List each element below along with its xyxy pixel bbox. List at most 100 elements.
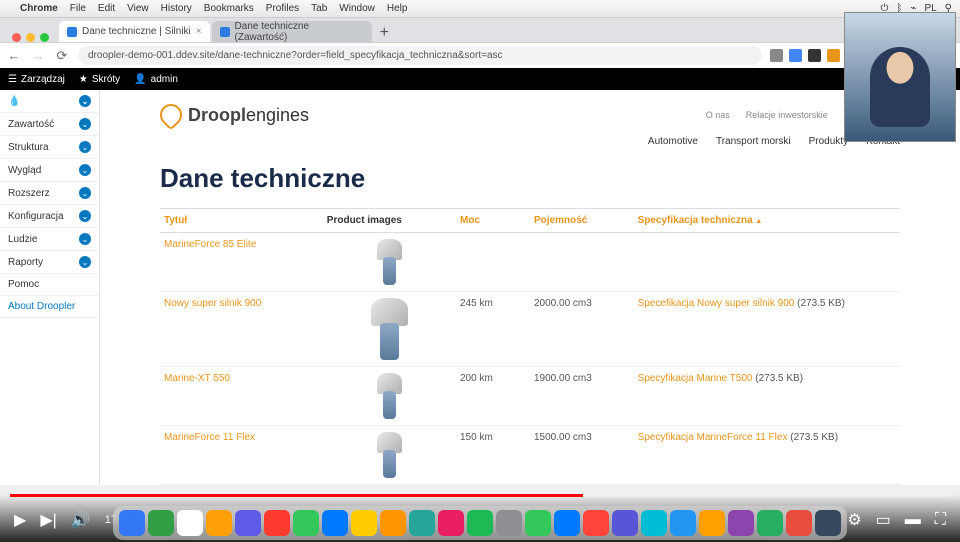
dock-app-icon[interactable]	[670, 510, 696, 536]
site-logo[interactable]: Drooplengines	[160, 104, 309, 126]
miniplayer-button[interactable]: ▭	[876, 510, 891, 530]
sidebar-item-appearance[interactable]: Wygląd⌄	[0, 159, 99, 182]
product-image	[373, 432, 405, 478]
row-title-link[interactable]: Marine-XT 550	[164, 373, 230, 384]
mainnav-link[interactable]: Automotive	[648, 136, 698, 147]
volume-button[interactable]: 🔊	[71, 510, 91, 530]
menu-icon: ☰	[8, 74, 17, 85]
settings-button[interactable]: ⚙	[847, 510, 861, 530]
dock-app-icon[interactable]	[525, 510, 551, 536]
dock-app-icon[interactable]	[177, 510, 203, 536]
chevron-down-icon: ⌄	[79, 210, 91, 222]
admin-sidebar: 💧⌄ Zawartość⌄ Struktura⌄ Wygląd⌄ Rozszer…	[0, 90, 100, 485]
fullscreen-button[interactable]: ⛶	[935, 511, 946, 529]
table-row: MarineForce 85 Elite	[160, 233, 900, 292]
sidebar-item-structure[interactable]: Struktura⌄	[0, 136, 99, 159]
sidebar-item-reports[interactable]: Raporty⌄	[0, 251, 99, 274]
logo-icon	[155, 99, 186, 130]
col-title[interactable]: Tytuł	[160, 209, 323, 233]
chevron-down-icon: ⌄	[79, 95, 91, 107]
maximize-window[interactable]	[40, 33, 49, 42]
next-button[interactable]: ▶|	[40, 510, 56, 530]
theater-button[interactable]: ▬	[905, 511, 921, 529]
dock-app-icon[interactable]	[351, 510, 377, 536]
app-name[interactable]: Chrome	[20, 3, 58, 14]
shortcuts-link[interactable]: ★Skróty	[79, 74, 120, 85]
close-window[interactable]	[12, 33, 21, 42]
forward-button[interactable]: →	[30, 48, 46, 64]
main-nav: Automotive Transport morski Produkty Kon…	[160, 132, 900, 157]
chevron-down-icon: ⌄	[79, 256, 91, 268]
sort-asc-icon: ▲	[755, 218, 762, 225]
spec-link[interactable]: Specyfikacja MarineForce 11 Flex	[638, 432, 788, 443]
user-link[interactable]: 👤admin	[134, 74, 178, 85]
col-capacity[interactable]: Pojemność	[530, 209, 634, 233]
sidebar-home[interactable]: 💧⌄	[0, 90, 99, 113]
col-spec[interactable]: Specyfikacja techniczna ▲	[634, 209, 900, 233]
browser-tab-active[interactable]: Dane techniczne | Silniki×	[59, 21, 210, 42]
dock-app-icon[interactable]	[235, 510, 261, 536]
back-button[interactable]: ←	[6, 48, 22, 64]
minimize-window[interactable]	[26, 33, 35, 42]
dock-app-icon[interactable]	[119, 510, 145, 536]
product-image	[373, 239, 405, 285]
chevron-down-icon: ⌄	[79, 233, 91, 245]
star-icon: ★	[79, 74, 88, 85]
mainnav-link[interactable]: Transport morski	[716, 136, 791, 147]
spec-link[interactable]: Specefikacja Nowy super silnik 900	[638, 298, 795, 309]
drupal-admin-toolbar: ☰Zarządzaj ★Skróty 👤admin	[0, 68, 960, 90]
sidebar-item-config[interactable]: Konfiguracja⌄	[0, 205, 99, 228]
browser-tab[interactable]: Dane techniczne (Zawartość)	[212, 21, 372, 42]
dock-app-icon[interactable]	[148, 510, 174, 536]
dock-app-icon[interactable]	[786, 510, 812, 536]
mac-menubar: Chrome File Edit View History Bookmarks …	[0, 0, 960, 18]
dock-app-icon[interactable]	[757, 510, 783, 536]
sidebar-item-about[interactable]: About Droopler	[0, 296, 99, 318]
dock-app-icon[interactable]	[380, 510, 406, 536]
cell-capacity: 2000.00 cm3	[530, 292, 634, 367]
product-image	[366, 298, 412, 360]
cell-spec: Specyfikacja Marine T500 (273.5 KB)	[634, 367, 900, 426]
favicon-icon	[67, 27, 77, 37]
url-field[interactable]: droopler-demo-001.ddev.site/dane-technic…	[78, 46, 762, 65]
dock-app-icon[interactable]	[728, 510, 754, 536]
dock-app-icon[interactable]	[409, 510, 435, 536]
chevron-down-icon: ⌄	[79, 164, 91, 176]
dock-app-icon[interactable]	[496, 510, 522, 536]
row-title-link[interactable]: MarineForce 85 Elite	[164, 239, 256, 250]
col-power[interactable]: Moc	[456, 209, 530, 233]
dock-app-icon[interactable]	[815, 510, 841, 536]
dock-app-icon[interactable]	[438, 510, 464, 536]
dock-app-icon[interactable]	[293, 510, 319, 536]
sidebar-item-help[interactable]: Pomoc	[0, 274, 99, 296]
video-progress-bar[interactable]	[10, 494, 950, 497]
row-title-link[interactable]: Nowy super silnik 900	[164, 298, 261, 309]
dock-app-icon[interactable]	[641, 510, 667, 536]
dock-app-icon[interactable]	[322, 510, 348, 536]
row-title-link[interactable]: MarineForce 11 Flex	[164, 432, 255, 443]
dock-app-icon[interactable]	[206, 510, 232, 536]
manage-toggle[interactable]: ☰Zarządzaj	[8, 74, 65, 85]
dock-app-icon[interactable]	[583, 510, 609, 536]
dock-app-icon[interactable]	[264, 510, 290, 536]
site-header: Drooplengines O nas Relacje inwestorskie…	[160, 90, 900, 132]
dock-app-icon[interactable]	[554, 510, 580, 536]
topnav-link[interactable]: O nas	[706, 110, 730, 121]
topnav-link[interactable]: Relacje inwestorskie	[746, 110, 828, 121]
sidebar-item-people[interactable]: Ludzie⌄	[0, 228, 99, 251]
play-button[interactable]: ▶	[14, 510, 26, 530]
dock-app-icon[interactable]	[612, 510, 638, 536]
close-tab-icon[interactable]: ×	[196, 26, 202, 37]
dock-app-icon[interactable]	[467, 510, 493, 536]
sidebar-item-content[interactable]: Zawartość⌄	[0, 113, 99, 136]
mainnav-link[interactable]: Produkty	[809, 136, 848, 147]
dock-app-icon[interactable]	[699, 510, 725, 536]
data-table: Tytuł Product images Moc Pojemność Specy…	[160, 208, 900, 485]
sidebar-item-extend[interactable]: Rozszerz⌄	[0, 182, 99, 205]
cell-power: 245 km	[456, 292, 530, 367]
new-tab-button[interactable]: +	[374, 24, 395, 42]
reload-button[interactable]: ⟳	[54, 48, 70, 64]
product-image	[373, 373, 405, 419]
cell-capacity: 1900.00 cm3	[530, 367, 634, 426]
spec-link[interactable]: Specyfikacja Marine T500	[638, 373, 753, 384]
